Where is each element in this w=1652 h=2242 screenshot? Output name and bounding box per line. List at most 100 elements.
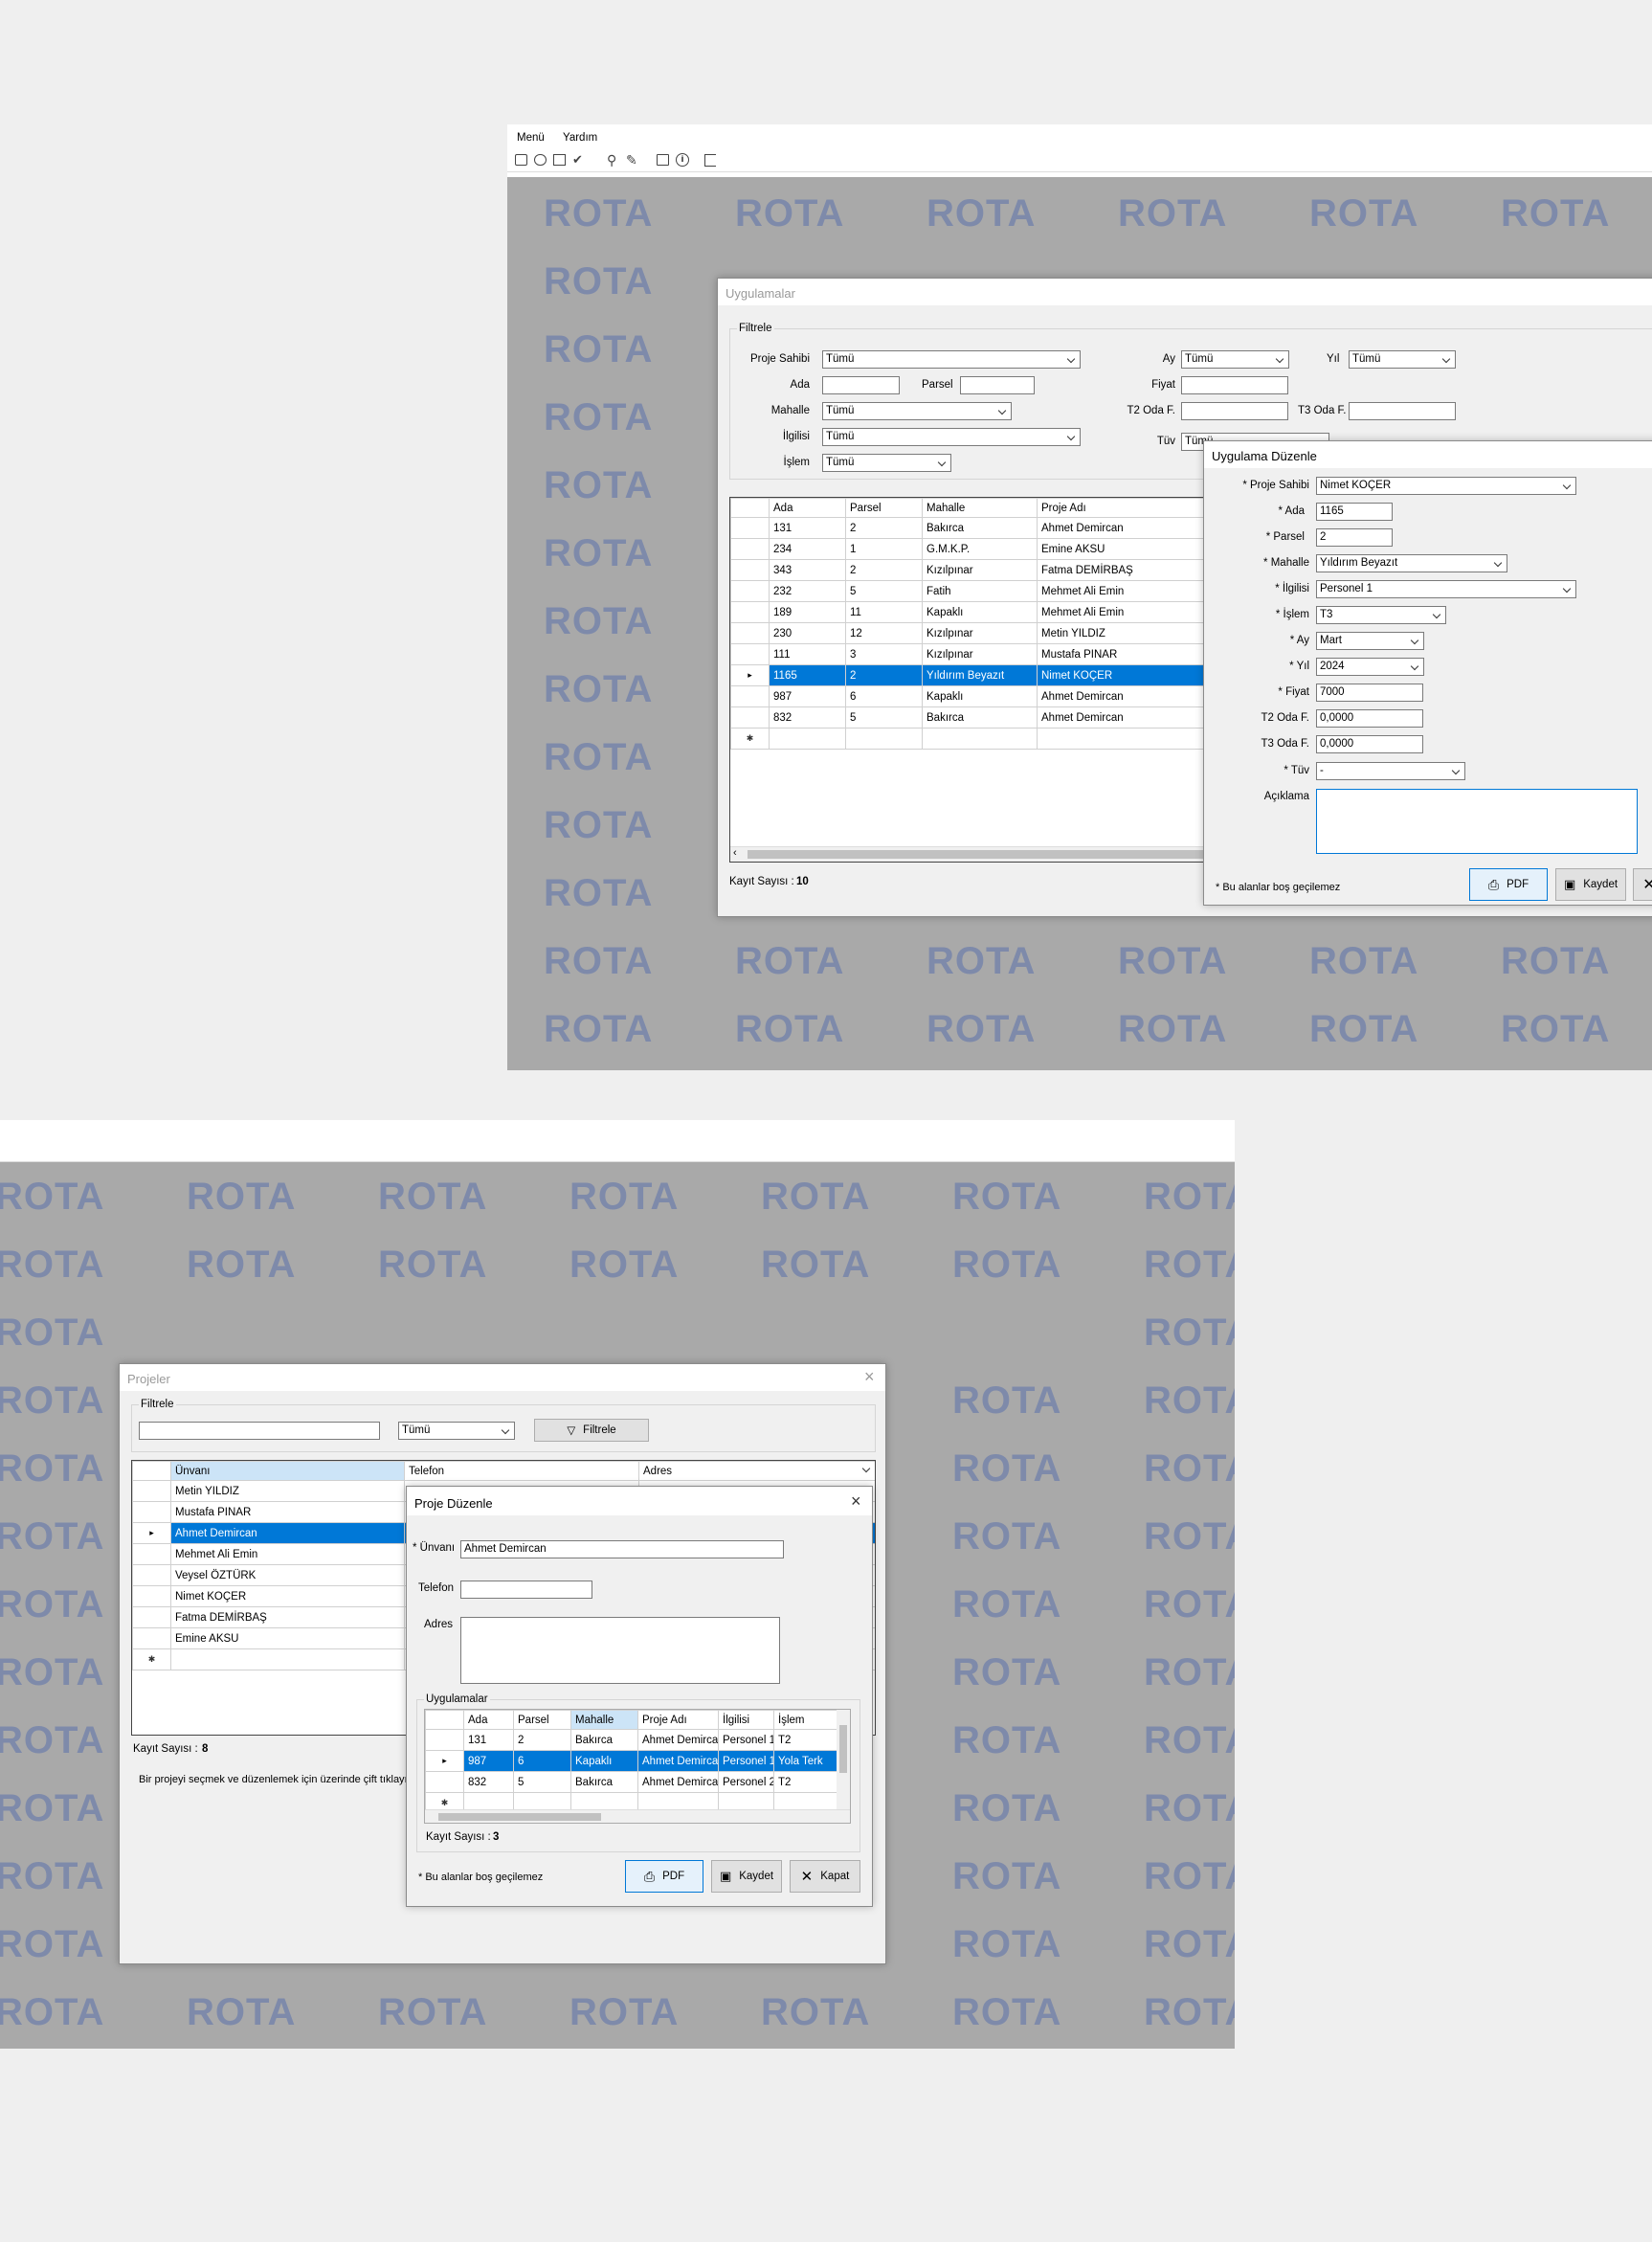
scroll-left-icon[interactable]: ‹ — [733, 847, 737, 859]
mahalle-select[interactable]: Tümü — [822, 402, 1012, 420]
filter-select[interactable]: Tümü — [398, 1422, 515, 1440]
table-row[interactable]: 232 5 Fatih Mehmet Ali Emin — [730, 580, 1210, 602]
map-icon[interactable] — [515, 154, 527, 166]
row-header[interactable] — [132, 1585, 171, 1607]
ilgilisi-select[interactable]: Personel 1 — [1316, 580, 1576, 598]
table-row[interactable]: 832 5 Bakırca Ahmet Demircan — [730, 706, 1210, 729]
row-header[interactable] — [730, 538, 770, 560]
row-header[interactable] — [730, 580, 770, 602]
table-row[interactable]: 343 2 Kızılpınar Fatma DEMİRBAŞ — [730, 559, 1210, 581]
row-header[interactable] — [132, 1564, 171, 1586]
row-header[interactable] — [132, 1480, 171, 1502]
kaydet-button[interactable]: ▣ Kaydet — [711, 1860, 782, 1893]
table-row[interactable]: 987 6 Kapaklı Ahmet Demircan — [730, 685, 1210, 707]
row-header[interactable] — [730, 601, 770, 623]
column-header[interactable]: Mahalle — [922, 498, 1038, 518]
kapat-button[interactable]: ✕ Kapat — [790, 1860, 860, 1893]
new-row-icon[interactable]: ✱ — [132, 1648, 171, 1670]
proje-sahibi-select[interactable]: Nimet KOÇER — [1316, 477, 1576, 495]
filtrele-button[interactable]: ▽ Filtrele — [534, 1419, 649, 1442]
aciklama-textarea[interactable] — [1316, 789, 1638, 854]
tuv-select[interactable]: - — [1316, 762, 1465, 780]
scroll-thumb[interactable] — [839, 1725, 847, 1773]
ilgilisi-select[interactable]: Tümü — [822, 428, 1081, 446]
menu-item-yardim[interactable]: Yardım — [563, 132, 597, 144]
row-header[interactable] — [132, 1501, 171, 1523]
check-icon[interactable]: ✔ — [572, 152, 583, 168]
close-button[interactable]: ✕ — [1633, 868, 1652, 901]
close-icon[interactable]: × — [851, 1492, 861, 1510]
column-header[interactable]: Telefon — [404, 1461, 639, 1481]
table-icon[interactable] — [553, 154, 566, 166]
bug-icon[interactable] — [534, 154, 547, 166]
info-icon[interactable]: i — [676, 153, 689, 167]
table-row-selected[interactable]: ▸ 987 6 Kapaklı Ahmet Demircan Personel 1 Yola… — [425, 1750, 837, 1772]
column-header[interactable]: Adres — [638, 1461, 875, 1481]
parsel-input[interactable] — [960, 376, 1035, 394]
search-input[interactable] — [139, 1422, 380, 1440]
t3-input[interactable] — [1349, 402, 1456, 420]
t2-input[interactable] — [1181, 402, 1288, 420]
table-row-selected[interactable]: ▸ 1165 2 Yıldırım Beyazıt Nimet KOÇER — [730, 664, 1210, 686]
mahalle-select[interactable]: Yıldırım Beyazıt — [1316, 554, 1507, 572]
column-header[interactable]: İşlem — [773, 1710, 837, 1730]
table-row[interactable]: 230 12 Kızılpınar Metin YILDIZ — [730, 622, 1210, 644]
islem-select[interactable]: Tümü — [822, 454, 951, 472]
pencil-icon[interactable]: ✎ — [626, 152, 637, 168]
column-header[interactable]: İlgilisi — [718, 1710, 774, 1730]
scroll-thumb[interactable] — [748, 850, 1226, 859]
new-row[interactable]: ✱ — [730, 728, 1210, 750]
pdf-button[interactable]: ⎙ PDF — [625, 1860, 703, 1893]
pdf-button[interactable]: ⎙ PDF — [1469, 868, 1548, 901]
table-row[interactable]: 832 5 Bakırca Ahmet Demircan Personel 2 T2 — [425, 1771, 837, 1793]
ay-select[interactable]: Tümü — [1181, 350, 1289, 369]
row-header[interactable] — [730, 706, 770, 729]
telefon-input[interactable] — [460, 1581, 592, 1599]
row-pointer-icon[interactable]: ▸ — [730, 664, 770, 686]
row-pointer-icon[interactable]: ▸ — [132, 1522, 171, 1544]
fiyat-input[interactable]: 7000 — [1316, 684, 1423, 702]
adres-textarea[interactable] — [460, 1617, 780, 1684]
user-icon[interactable]: ⚲ — [607, 152, 616, 168]
t3-input[interactable]: 0,0000 — [1316, 735, 1423, 753]
horizontal-scrollbar[interactable] — [425, 1809, 850, 1823]
column-header[interactable]: Parsel — [513, 1710, 571, 1730]
column-header[interactable]: Proje Adı — [637, 1710, 719, 1730]
column-header[interactable]: Mahalle — [570, 1710, 638, 1730]
row-header[interactable] — [132, 1627, 171, 1649]
table-row[interactable]: 189 11 Kapaklı Mehmet Ali Emin — [730, 601, 1210, 623]
column-header[interactable]: Ünvanı — [170, 1461, 405, 1481]
row-header[interactable] — [730, 622, 770, 644]
proje-sahibi-select[interactable]: Tümü — [822, 350, 1081, 369]
table-row[interactable]: 131 2 Bakırca Ahmet Demircan — [730, 517, 1210, 539]
parsel-input[interactable]: 2 — [1316, 528, 1393, 547]
t2-input[interactable]: 0,0000 — [1316, 709, 1423, 728]
table-row[interactable]: 131 2 Bakırca Ahmet Demircan Personel 1 T2 — [425, 1729, 837, 1751]
ada-input[interactable] — [822, 376, 900, 394]
exit-icon[interactable] — [704, 154, 716, 167]
table-row[interactable]: 111 3 Kızılpınar Mustafa PINAR — [730, 643, 1210, 665]
menu-item-menu[interactable]: Menü — [517, 132, 545, 144]
ay-select[interactable]: Mart — [1316, 632, 1424, 650]
unvani-input[interactable]: Ahmet Demircan — [460, 1540, 784, 1558]
row-header[interactable] — [425, 1729, 464, 1751]
close-icon[interactable]: × — [864, 1368, 875, 1385]
row-header[interactable] — [730, 685, 770, 707]
yil-select[interactable]: Tümü — [1349, 350, 1456, 369]
new-row-icon[interactable]: ✱ — [730, 728, 770, 750]
row-header[interactable] — [730, 643, 770, 665]
row-header[interactable] — [132, 1606, 171, 1628]
table-row[interactable]: 234 1 G.M.K.P. Emine AKSU — [730, 538, 1210, 560]
column-header[interactable]: Ada — [463, 1710, 514, 1730]
row-pointer-icon[interactable]: ▸ — [425, 1750, 464, 1772]
yil-select[interactable]: 2024 — [1316, 658, 1424, 676]
scroll-thumb[interactable] — [438, 1813, 601, 1821]
ada-input[interactable]: 1165 — [1316, 503, 1393, 521]
row-header[interactable] — [730, 517, 770, 539]
row-header[interactable] — [730, 559, 770, 581]
fiyat-input[interactable] — [1181, 376, 1288, 394]
column-header[interactable]: Ada — [769, 498, 846, 518]
row-header[interactable] — [132, 1543, 171, 1565]
column-header[interactable]: Parsel — [845, 498, 923, 518]
kaydet-button[interactable]: ▣ Kaydet — [1555, 868, 1626, 901]
